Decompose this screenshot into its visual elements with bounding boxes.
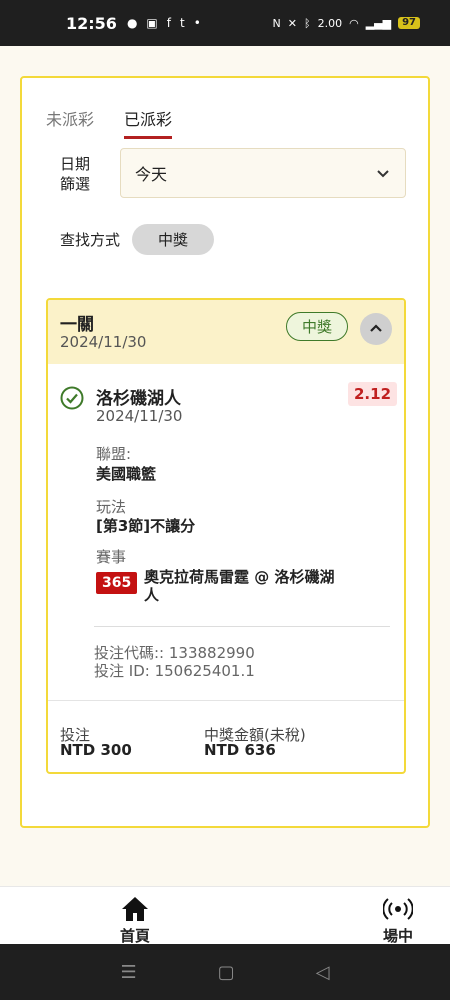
collapse-button[interactable] (360, 313, 392, 345)
status-badge: 中獎 (286, 312, 349, 341)
home-circle-icon[interactable]: ▢ (218, 962, 235, 983)
wifi-icon: ◠ (349, 16, 359, 30)
nav-home[interactable]: 首頁 (105, 895, 165, 944)
network-speed: 2.00 (317, 16, 343, 30)
nfc-icon: N (272, 16, 281, 30)
odds-badge: 2.12 (348, 382, 398, 406)
team-name: 洛杉磯湖人 (96, 389, 181, 409)
bet-title: 一關 (60, 315, 94, 335)
results-panel: 未派彩 已派彩 日期 篩選 今天 查找方式 中獎 一關 2024/11/30 中獎… (20, 76, 430, 828)
event-name: 奧克拉荷馬雷霆 @ 洛杉磯湖人 (144, 568, 335, 604)
recent-apps-icon[interactable]: ☰ (121, 962, 137, 983)
divider (94, 626, 390, 627)
notification-icon: ▣ (146, 16, 158, 30)
date-filter-label: 日期 篩選 (60, 155, 91, 193)
check-circle-icon (60, 386, 84, 410)
date-filter-value: 今天 (135, 165, 168, 184)
bet-id: 投注 ID: 150625401.1 (94, 662, 255, 680)
back-icon[interactable]: ◁ (316, 962, 330, 983)
signal-icon: ▂▄▆ (365, 16, 392, 30)
bet-date: 2024/11/30 (60, 333, 147, 351)
nav-home-label: 首頁 (119, 927, 150, 944)
event-provider-badge: 365 (96, 572, 138, 594)
date-filter-select[interactable]: 今天 (120, 148, 406, 198)
mute-icon: ✕ (287, 16, 297, 30)
home-icon (122, 897, 148, 921)
league-value: 美國職籃 (96, 465, 157, 483)
tab-unsettled[interactable]: 未派彩 (46, 106, 94, 139)
play-value: [第3節]不讓分 (96, 517, 196, 535)
tab-bar: 未派彩 已派彩 (46, 106, 173, 139)
bottom-nav: 首頁 場中 (0, 886, 450, 944)
dot-icon: • (193, 16, 201, 30)
battery-icon: 97 (398, 17, 420, 29)
league-label: 聯盟: (96, 445, 132, 463)
search-method-row: 查找方式 中獎 (60, 224, 215, 255)
payout-value: NTD 636 (204, 741, 276, 759)
chevron-up-icon (370, 324, 382, 332)
tab-settled[interactable]: 已派彩 (124, 106, 173, 139)
event-label: 賽事 (96, 548, 127, 566)
live-icon (383, 898, 413, 920)
nav-live[interactable]: 場中 (368, 895, 428, 944)
system-nav-bar: ☰ ▢ ◁ (0, 944, 450, 1000)
chevron-down-icon (377, 170, 389, 178)
nav-live-label: 場中 (382, 927, 413, 944)
search-method-label: 查找方式 (60, 231, 121, 249)
search-method-chip[interactable]: 中獎 (132, 224, 215, 255)
chat-icon: ● (126, 16, 138, 30)
tumblr-icon: t (180, 16, 185, 30)
facebook-icon: f (166, 16, 171, 30)
play-label: 玩法 (96, 498, 127, 516)
stake-value: NTD 300 (60, 741, 132, 759)
bet-card-header: 一關 2024/11/30 中獎 (48, 300, 404, 364)
team-date: 2024/11/30 (96, 407, 183, 425)
bet-card: 一關 2024/11/30 中獎 洛杉磯湖人 2024/11/30 2.12 聯… (46, 298, 406, 774)
status-time: 12:56 (66, 13, 117, 33)
bluetooth-icon: ᛒ (303, 16, 311, 30)
status-bar: 12:56 ● ▣ f t • N ✕ ᛒ 2.00 ◠ ▂▄▆ 97 (0, 0, 450, 46)
footer-divider (48, 700, 404, 701)
